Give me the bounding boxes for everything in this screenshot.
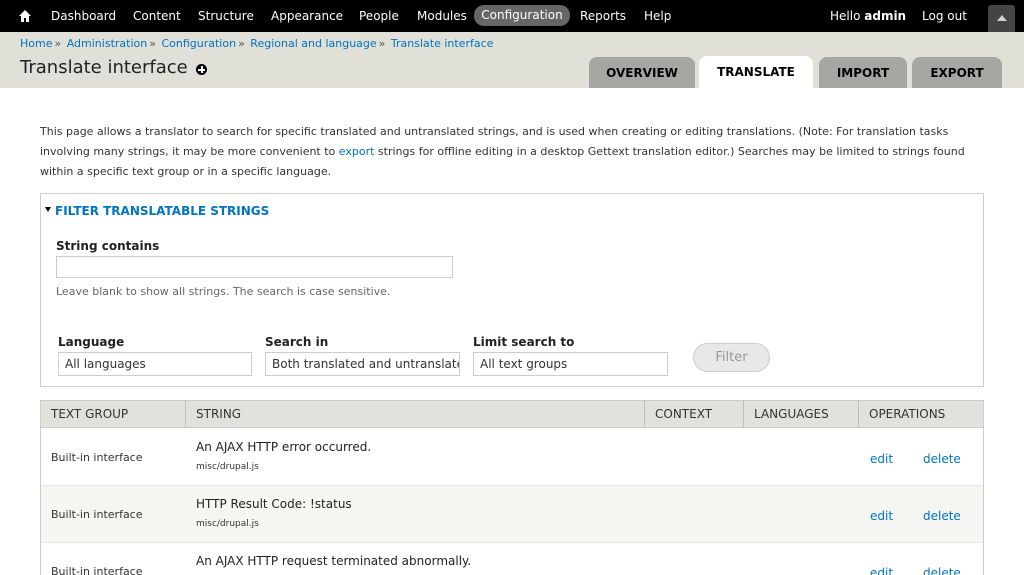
edit-link[interactable]: edit: [870, 452, 893, 466]
toolbar-item-dashboard[interactable]: Dashboard: [51, 0, 116, 32]
edit-link[interactable]: edit: [870, 509, 893, 523]
triangle-up-icon: [997, 15, 1007, 21]
breadcrumb-separator: »: [238, 37, 245, 50]
string-cell: An AJAX HTTP request terminated abnormal…: [196, 554, 472, 568]
export-link[interactable]: export: [339, 145, 375, 158]
tab-overview[interactable]: Overview: [589, 57, 695, 88]
column-header-languages: Languages: [744, 401, 859, 428]
table-row: Built-in interface HTTP Result Code: !st…: [41, 486, 983, 543]
toolbar-item-help[interactable]: Help: [644, 0, 671, 32]
language-label: Language: [58, 335, 125, 349]
string-contains-input[interactable]: [56, 256, 453, 278]
language-select[interactable]: All languages: [58, 352, 252, 376]
toolbar-item-configuration[interactable]: Configuration: [474, 5, 570, 26]
filter-legend[interactable]: Filter translatable strings: [45, 204, 269, 218]
limit-search-select[interactable]: All text groups: [473, 352, 668, 376]
string-cell: HTTP Result Code: !status: [196, 497, 352, 511]
home-icon[interactable]: [18, 9, 32, 23]
breadcrumb: Home» Administration» Configuration» Reg…: [20, 37, 493, 50]
tab-import[interactable]: Import: [819, 57, 907, 88]
filter-button[interactable]: Filter: [693, 343, 770, 372]
column-header-operations: Operations: [859, 401, 983, 428]
string-location: misc/drupal.js: [196, 519, 259, 529]
breadcrumb-translate[interactable]: Translate interface: [391, 37, 494, 50]
string-contains-label: String contains: [56, 239, 160, 253]
column-header-string: String: [186, 401, 645, 428]
greeting-prefix: Hello: [830, 9, 861, 23]
search-in-label: Search in: [265, 335, 329, 349]
breadcrumb-regional[interactable]: Regional and language: [250, 37, 376, 50]
string-cell: An AJAX HTTP error occurred.: [196, 440, 372, 454]
filter-fieldset: Filter translatable strings String conta…: [40, 193, 984, 387]
delete-link[interactable]: delete: [923, 509, 961, 523]
toolbar-item-modules[interactable]: Modules: [417, 0, 467, 32]
username-link[interactable]: admin: [864, 9, 906, 23]
text-group-cell: Built-in interface: [51, 508, 143, 521]
text-group-cell: Built-in interface: [51, 451, 143, 464]
toggle-shortcuts-button[interactable]: [988, 5, 1015, 32]
column-header-text-group: Text group: [41, 401, 186, 428]
intro-text: This page allows a translator to search …: [40, 122, 975, 182]
breadcrumb-configuration[interactable]: Configuration: [161, 37, 236, 50]
toolbar-item-content[interactable]: Content: [133, 0, 181, 32]
breadcrumb-separator: »: [149, 37, 156, 50]
toolbar-item-appearance[interactable]: Appearance: [271, 0, 343, 32]
breadcrumb-separator: »: [54, 37, 62, 50]
column-header-context: Context: [645, 401, 744, 428]
table-row: Built-in interface An AJAX HTTP request …: [41, 543, 983, 575]
delete-link[interactable]: delete: [923, 566, 961, 575]
page-title: Translate interface: [20, 57, 188, 78]
delete-link[interactable]: delete: [923, 452, 961, 466]
filter-legend-label: Filter translatable strings: [55, 204, 270, 218]
toolbar-item-structure[interactable]: Structure: [198, 0, 254, 32]
breadcrumb-separator: »: [378, 37, 386, 50]
edit-link[interactable]: edit: [870, 566, 893, 575]
search-in-select[interactable]: Both translated and untranslated strings: [265, 352, 460, 376]
toolbar-item-people[interactable]: People: [359, 0, 399, 32]
text-group-cell: Built-in interface: [51, 565, 143, 575]
tab-translate[interactable]: Translate: [699, 56, 813, 88]
admin-toolbar: Dashboard Content Structure Appearance P…: [0, 0, 1024, 32]
table-row: Built-in interface An AJAX HTTP error oc…: [41, 429, 983, 486]
logout-link[interactable]: Log out: [922, 0, 967, 32]
user-greeting: Hello admin: [830, 0, 906, 32]
add-shortcut-icon[interactable]: [196, 64, 207, 75]
breadcrumb-administration[interactable]: Administration: [67, 37, 148, 50]
limit-search-label: Limit search to: [473, 335, 575, 349]
collapse-triangle-icon: [45, 207, 51, 212]
string-location: misc/drupal.js: [196, 462, 259, 472]
breadcrumb-home[interactable]: Home: [20, 37, 52, 50]
string-contains-help: Leave blank to show all strings. The sea…: [56, 285, 391, 298]
strings-table: Text group String Context Languages Oper…: [40, 400, 984, 575]
toolbar-item-reports[interactable]: Reports: [580, 0, 626, 32]
tab-export[interactable]: Export: [912, 57, 1002, 88]
